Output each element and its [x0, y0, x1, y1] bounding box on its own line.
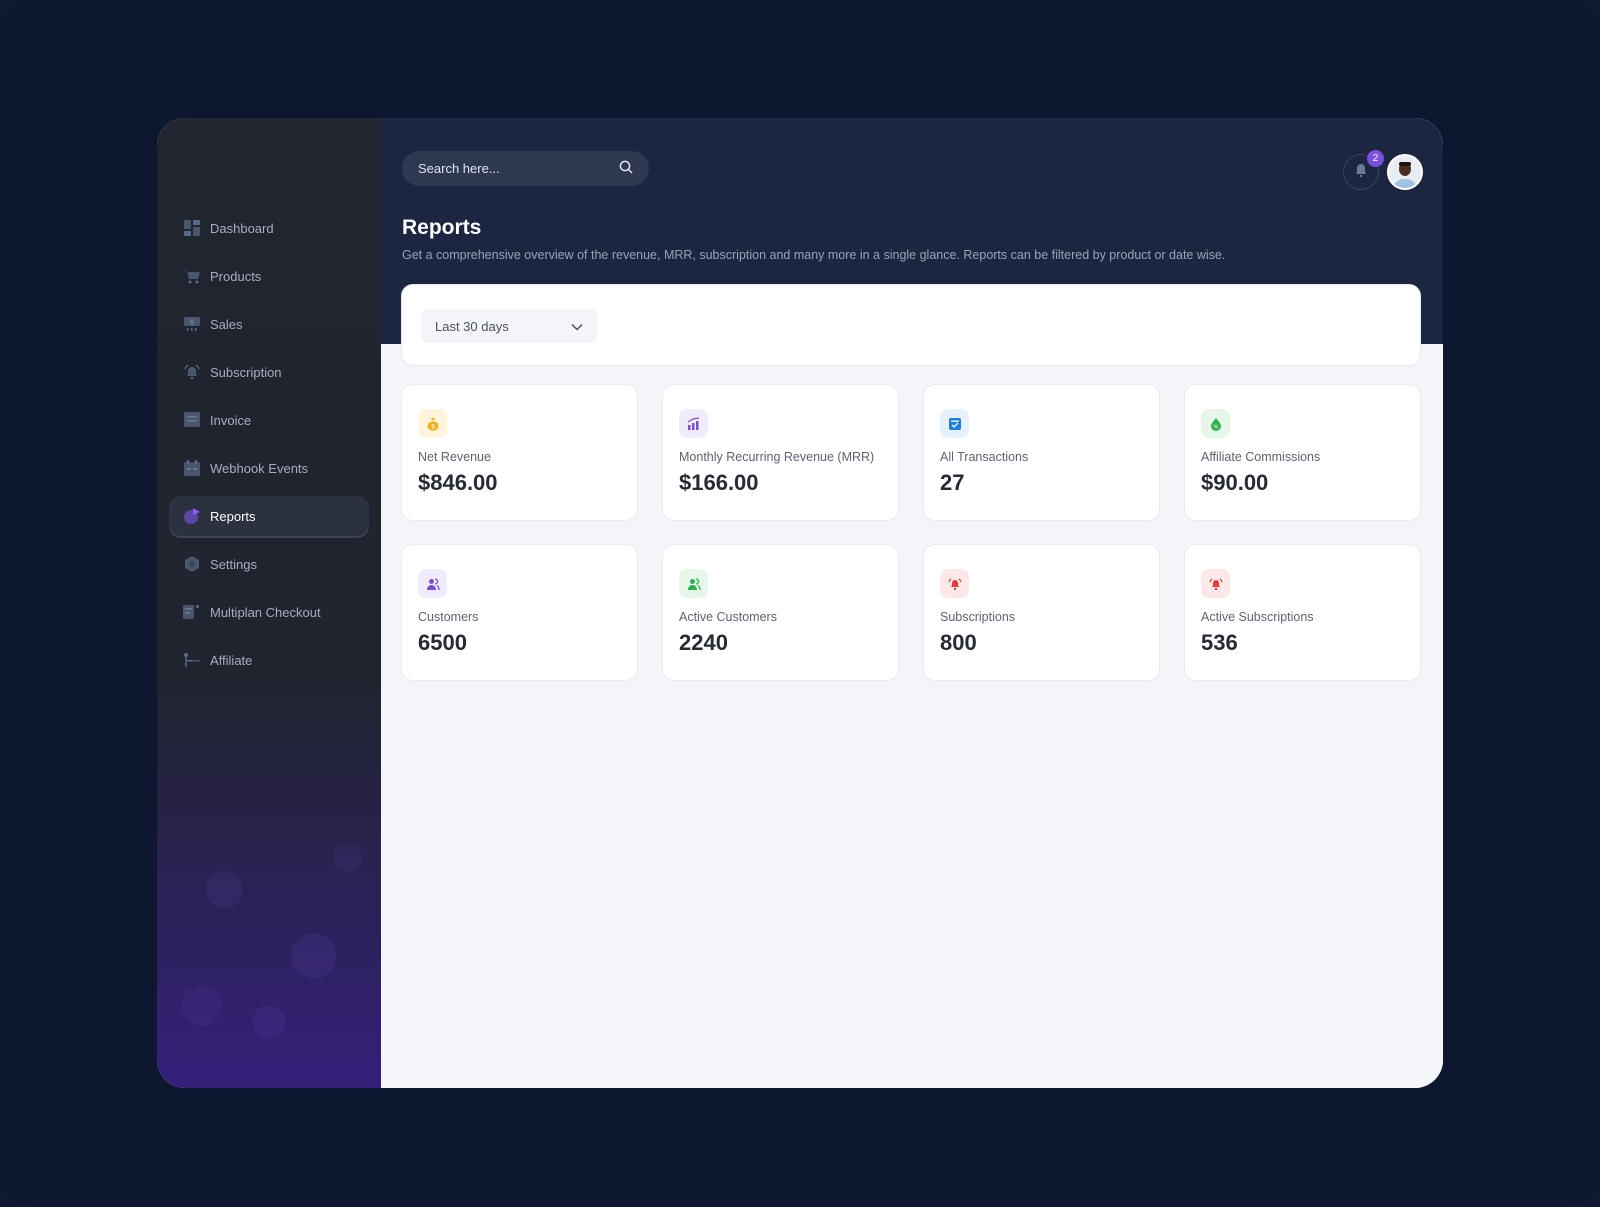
sidebar-item-label: Multiplan Checkout [210, 604, 321, 620]
cart-icon [183, 267, 201, 285]
sidebar-item-affiliate[interactable]: Affiliate [169, 640, 369, 680]
search-input[interactable]: Search here... [402, 151, 649, 186]
page-description: Get a comprehensive overview of the reve… [402, 248, 1226, 262]
svg-text:%: % [1213, 424, 1218, 430]
stat-label: Net Revenue [418, 450, 491, 464]
stat-value: 6500 [418, 630, 467, 655]
transactions-icon [940, 409, 969, 438]
sales-icon: $ [183, 315, 201, 333]
pie-chart-icon [183, 507, 201, 525]
date-range-select[interactable]: Last 30 days [421, 309, 597, 343]
notification-badge: 2 [1367, 150, 1384, 167]
main-content: Search here... 2 Reports Get a comprehen… [381, 118, 1443, 1088]
sidebar-item-reports[interactable]: Reports [169, 496, 369, 536]
bell-icon [183, 363, 201, 381]
sidebar-item-label: Products [210, 268, 262, 284]
sidebar-item-label: Subscription [210, 364, 282, 380]
sidebar-item-products[interactable]: Products [169, 256, 369, 296]
stat-value: $166.00 [679, 470, 759, 495]
dashboard-icon [183, 219, 201, 237]
stat-card-active-customers: Active Customers 2240 [662, 544, 899, 681]
sidebar-item-label: Sales [210, 316, 243, 332]
money-bag-icon: $ [418, 409, 447, 438]
users-icon [418, 569, 447, 598]
date-range-value: Last 30 days [435, 318, 509, 334]
stat-label: All Transactions [940, 450, 1029, 464]
sidebar-item-label: Reports [210, 508, 256, 524]
gear-icon [183, 555, 201, 573]
bar-chart-icon [679, 409, 708, 438]
stat-card-customers: Customers 6500 [401, 544, 638, 681]
stat-value: $90.00 [1201, 470, 1269, 495]
stats-grid: $ Net Revenue $846.00 Monthly Recurring … [401, 384, 1423, 681]
stat-card-subscriptions: Subscriptions 800 [923, 544, 1160, 681]
sidebar-item-label: Affiliate [210, 652, 253, 668]
sidebar-item-sales[interactable]: $ Sales [169, 304, 369, 344]
sidebar-item-dashboard[interactable]: Dashboard [169, 208, 369, 248]
stat-label: Affiliate Commissions [1201, 450, 1321, 464]
sidebar-item-invoice[interactable]: Invoice [169, 400, 369, 440]
stat-card-all-transactions: All Transactions 27 [923, 384, 1160, 521]
invoice-icon [183, 411, 201, 429]
stat-value: 536 [1201, 630, 1238, 655]
stat-label: Subscriptions [940, 610, 1016, 624]
sidebar-item-label: Webhook Events [210, 460, 309, 476]
sidebar-item-settings[interactable]: Settings [169, 544, 369, 584]
notifications-button[interactable]: 2 [1343, 150, 1384, 190]
sidebar-item-multiplan-checkout[interactable]: Multiplan Checkout [169, 592, 369, 632]
avatar[interactable] [1387, 154, 1423, 190]
sidebar-item-subscription[interactable]: Subscription [169, 352, 369, 392]
sidebar-item-webhook-events[interactable]: Webhook Events [169, 448, 369, 488]
stat-label: Active Customers [679, 610, 777, 624]
stat-value: 27 [940, 470, 965, 495]
app-window: Dashboard Products $ Sales Subscription [157, 118, 1443, 1088]
sidebar-item-label: Dashboard [210, 220, 274, 236]
sidebar: Dashboard Products $ Sales Subscription [157, 118, 381, 1088]
search-icon[interactable] [619, 160, 633, 177]
search-placeholder: Search here... [418, 161, 500, 176]
affiliate-icon [183, 651, 201, 669]
stat-value: $846.00 [418, 470, 498, 495]
sidebar-item-label: Settings [210, 556, 257, 572]
stat-card-net-revenue: $ Net Revenue $846.00 [401, 384, 638, 521]
stat-value: 2240 [679, 630, 728, 655]
stat-value: 800 [940, 630, 977, 655]
calendar-icon [183, 459, 201, 477]
page-title: Reports [402, 216, 482, 239]
sidebar-item-label: Invoice [210, 412, 252, 428]
stat-label: Customers [418, 610, 479, 624]
device-frame: Dashboard Products $ Sales Subscription [0, 0, 1600, 1207]
stat-label: Active Subscriptions [1201, 610, 1314, 624]
stat-card-affiliate-commissions: % Affiliate Commissions $90.00 [1184, 384, 1421, 521]
commission-icon: % [1201, 409, 1230, 438]
alarm-bell-icon [1201, 569, 1230, 598]
alarm-bell-icon [940, 569, 969, 598]
stat-card-mrr: Monthly Recurring Revenue (MRR) $166.00 [662, 384, 899, 521]
checkout-icon [183, 603, 201, 621]
notification-bell-icon [1352, 161, 1370, 184]
filter-panel: Last 30 days [401, 284, 1421, 366]
chevron-down-icon [571, 319, 583, 334]
svg-text:$: $ [190, 320, 194, 327]
stat-label: Monthly Recurring Revenue (MRR) [679, 450, 875, 464]
stat-card-active-subscriptions: Active Subscriptions 536 [1184, 544, 1421, 681]
users-icon [679, 569, 708, 598]
